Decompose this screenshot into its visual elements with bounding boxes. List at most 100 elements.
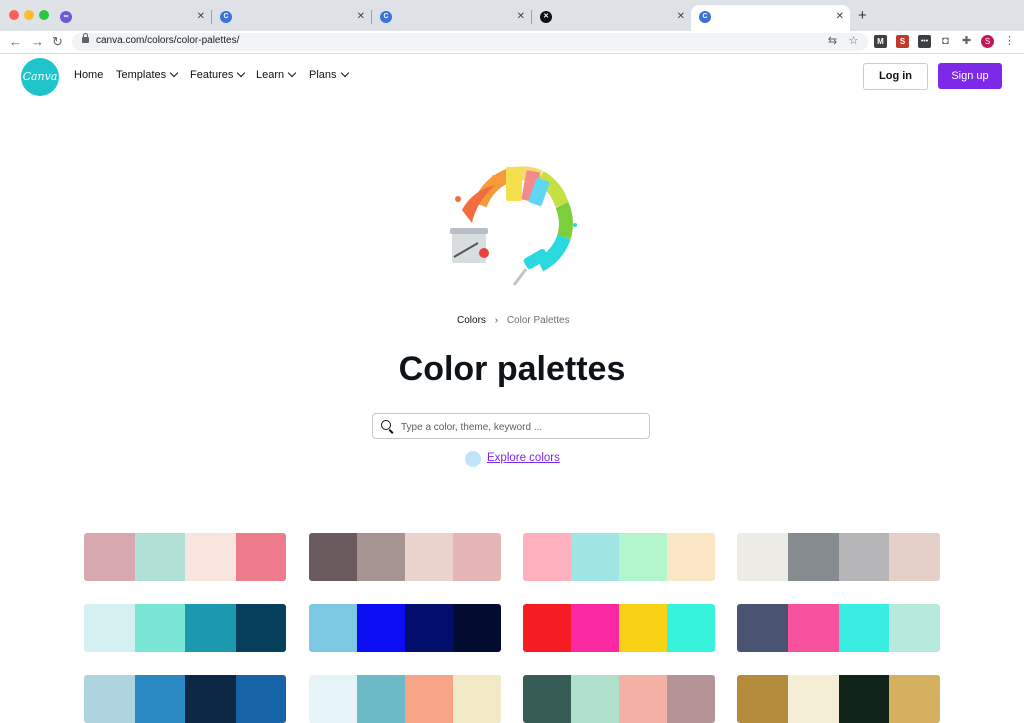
color-palette-card[interactable] bbox=[737, 604, 940, 652]
window-minimize-button[interactable] bbox=[24, 10, 34, 20]
color-swatch[interactable] bbox=[523, 604, 571, 652]
puzzle-icon[interactable]: ✚ bbox=[960, 35, 973, 48]
address-bar[interactable]: canva.com/colors/color-palettes/ bbox=[72, 33, 868, 51]
color-swatch[interactable] bbox=[235, 604, 286, 652]
color-swatch[interactable] bbox=[405, 675, 453, 723]
browser-tab[interactable]: ∞ColorSpace - Color Palettes Ge✕ bbox=[52, 5, 211, 31]
window-maximize-button[interactable] bbox=[39, 10, 49, 20]
color-swatch[interactable] bbox=[523, 533, 571, 581]
color-palette-card[interactable] bbox=[309, 675, 501, 723]
explore-colors-link[interactable]: Explore colors bbox=[487, 452, 560, 464]
extension-m-icon[interactable]: M bbox=[874, 35, 887, 48]
color-swatch[interactable] bbox=[453, 675, 501, 723]
color-swatch[interactable] bbox=[185, 533, 236, 581]
color-swatch[interactable] bbox=[619, 533, 667, 581]
color-palette-card[interactable] bbox=[523, 604, 715, 652]
forward-icon[interactable]: → bbox=[31, 34, 44, 50]
color-swatch[interactable] bbox=[889, 675, 940, 723]
tab-close-icon[interactable]: ✕ bbox=[357, 5, 365, 29]
nav-item-features[interactable]: Features bbox=[190, 68, 246, 81]
extension-s-icon[interactable]: S bbox=[896, 35, 909, 48]
new-tab-button[interactable]: + bbox=[858, 7, 867, 24]
search-box[interactable] bbox=[372, 413, 650, 439]
tab-close-icon[interactable]: ✕ bbox=[836, 5, 844, 29]
color-swatch[interactable] bbox=[309, 604, 357, 652]
color-swatch[interactable] bbox=[134, 675, 185, 723]
color-swatch[interactable] bbox=[838, 675, 890, 723]
color-swatch[interactable] bbox=[619, 604, 667, 652]
color-swatch[interactable] bbox=[838, 533, 890, 581]
color-swatch[interactable] bbox=[84, 675, 135, 723]
color-swatch[interactable] bbox=[787, 604, 839, 652]
color-swatch[interactable] bbox=[571, 604, 619, 652]
nav-item-plans[interactable]: Plans bbox=[309, 68, 349, 81]
color-palette-card[interactable] bbox=[309, 533, 501, 581]
window-close-button[interactable] bbox=[9, 10, 19, 20]
color-swatch[interactable] bbox=[357, 604, 405, 652]
color-swatch[interactable] bbox=[357, 533, 405, 581]
camera-icon[interactable]: ◘ bbox=[939, 35, 952, 48]
color-palette-card[interactable] bbox=[737, 533, 940, 581]
tab-close-icon[interactable]: ✕ bbox=[517, 5, 525, 29]
color-swatch[interactable] bbox=[737, 533, 788, 581]
breadcrumb-colors-link[interactable]: Colors bbox=[457, 315, 486, 326]
color-swatch[interactable] bbox=[185, 604, 236, 652]
color-swatch[interactable] bbox=[889, 533, 940, 581]
color-swatch[interactable] bbox=[134, 604, 185, 652]
color-swatch[interactable] bbox=[838, 604, 890, 652]
browser-menu-icon[interactable]: ⋮ bbox=[1003, 35, 1016, 48]
color-swatch[interactable] bbox=[453, 604, 501, 652]
color-palette-card[interactable] bbox=[737, 675, 940, 723]
browser-tab[interactable]: CColor palette generator | Canv✕ bbox=[372, 5, 531, 31]
color-swatch[interactable] bbox=[667, 533, 715, 581]
back-icon[interactable]: ← bbox=[9, 34, 22, 50]
color-swatch[interactable] bbox=[185, 675, 236, 723]
color-swatch[interactable] bbox=[453, 533, 501, 581]
bookmark-star-icon[interactable]: ☆ bbox=[847, 35, 860, 48]
login-button[interactable]: Log in bbox=[863, 63, 928, 90]
color-swatch[interactable] bbox=[787, 675, 839, 723]
color-swatch[interactable] bbox=[737, 675, 788, 723]
color-swatch[interactable] bbox=[889, 604, 940, 652]
color-swatch[interactable] bbox=[84, 604, 135, 652]
canva-logo[interactable]: Canva bbox=[21, 58, 59, 96]
color-swatch[interactable] bbox=[84, 533, 135, 581]
color-swatch[interactable] bbox=[405, 533, 453, 581]
color-swatch[interactable] bbox=[235, 675, 286, 723]
explore-colors-icon[interactable] bbox=[465, 451, 481, 467]
color-swatch[interactable] bbox=[667, 675, 715, 723]
extension-dots-icon[interactable]: ••• bbox=[918, 35, 931, 48]
signup-button[interactable]: Sign up bbox=[938, 63, 1002, 89]
color-palette-card[interactable] bbox=[523, 533, 715, 581]
color-palette-card[interactable] bbox=[84, 533, 286, 581]
color-palette-card[interactable] bbox=[309, 604, 501, 652]
color-swatch[interactable] bbox=[571, 533, 619, 581]
tab-close-icon[interactable]: ✕ bbox=[197, 5, 205, 29]
nav-item-home[interactable]: Home bbox=[74, 69, 103, 81]
color-swatch[interactable] bbox=[235, 533, 286, 581]
browser-tab[interactable]: ✕Colormind - the AI powered co✕ bbox=[532, 5, 691, 31]
nav-item-learn[interactable]: Learn bbox=[256, 68, 297, 81]
color-swatch[interactable] bbox=[787, 533, 839, 581]
color-swatch[interactable] bbox=[357, 675, 405, 723]
color-swatch[interactable] bbox=[134, 533, 185, 581]
nav-item-templates[interactable]: Templates bbox=[116, 68, 179, 81]
color-swatch[interactable] bbox=[523, 675, 571, 723]
reload-icon[interactable]: ↻ bbox=[52, 34, 63, 50]
profile-avatar[interactable]: S bbox=[981, 35, 994, 48]
browser-tab[interactable]: CColor wheel - color theory and✕ bbox=[212, 5, 371, 31]
translate-icon[interactable]: ⇆ bbox=[826, 35, 839, 48]
color-swatch[interactable] bbox=[619, 675, 667, 723]
color-swatch[interactable] bbox=[571, 675, 619, 723]
color-swatch[interactable] bbox=[405, 604, 453, 652]
color-swatch[interactable] bbox=[309, 675, 357, 723]
tab-close-icon[interactable]: ✕ bbox=[677, 5, 685, 29]
color-palette-card[interactable] bbox=[523, 675, 715, 723]
color-swatch[interactable] bbox=[309, 533, 357, 581]
color-swatch[interactable] bbox=[667, 604, 715, 652]
color-palette-card[interactable] bbox=[84, 604, 286, 652]
color-palette-card[interactable] bbox=[84, 675, 286, 723]
color-swatch[interactable] bbox=[737, 604, 788, 652]
browser-tab[interactable]: CColor palettes - color scheme✕ bbox=[691, 5, 850, 31]
search-input[interactable] bbox=[399, 417, 643, 437]
